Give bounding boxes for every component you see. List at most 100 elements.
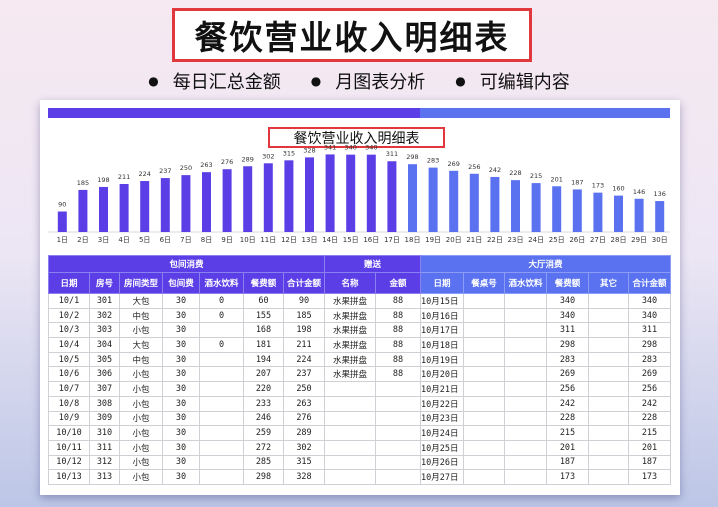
table-cell[interactable]: 小包	[119, 425, 163, 441]
table-cell[interactable]: 10/9	[48, 410, 90, 427]
table-cell[interactable]	[504, 366, 547, 383]
table-cell[interactable]: 256	[628, 381, 671, 397]
table-cell[interactable]: 304	[89, 337, 120, 353]
table-cell[interactable]: 315	[283, 454, 325, 471]
table-cell[interactable]	[463, 425, 505, 441]
table-cell[interactable]: 298	[628, 337, 671, 353]
table-cell[interactable]	[588, 293, 629, 309]
table-cell[interactable]: 298	[546, 337, 589, 353]
table-cell[interactable]: 272	[243, 439, 284, 456]
table-cell[interactable]: 30	[162, 337, 200, 353]
table-cell[interactable]: 水果拼盘	[324, 337, 376, 353]
table-cell[interactable]: 0	[199, 337, 244, 353]
table-cell[interactable]	[504, 322, 547, 339]
table-cell[interactable]: 228	[628, 410, 671, 427]
table-cell[interactable]: 246	[243, 410, 284, 427]
table-cell[interactable]: 30	[162, 366, 200, 383]
table-cell[interactable]: 306	[89, 366, 120, 383]
table-cell[interactable]: 289	[283, 425, 325, 441]
table-cell[interactable]: 309	[89, 410, 120, 427]
table-cell[interactable]: 30	[162, 293, 200, 309]
table-cell[interactable]	[588, 425, 629, 441]
table-cell[interactable]: 302	[89, 307, 120, 324]
table-cell[interactable]	[588, 469, 629, 485]
table-cell[interactable]: 88	[375, 293, 421, 309]
table-cell[interactable]: 302	[283, 439, 325, 456]
table-cell[interactable]	[463, 381, 505, 397]
table-cell[interactable]: 30	[162, 381, 200, 397]
table-cell[interactable]: 201	[546, 439, 589, 456]
table-cell[interactable]: 311	[546, 322, 589, 339]
table-cell[interactable]	[324, 454, 376, 471]
table-cell[interactable]	[324, 381, 376, 397]
table-cell[interactable]	[588, 351, 629, 368]
table-cell[interactable]: 30	[162, 307, 200, 324]
table-cell[interactable]: 242	[628, 395, 671, 412]
table-cell[interactable]: 0	[199, 307, 244, 324]
table-cell[interactable]	[504, 425, 547, 441]
table-cell[interactable]: 小包	[119, 381, 163, 397]
table-cell[interactable]: 90	[283, 293, 325, 309]
table-cell[interactable]: 303	[89, 322, 120, 339]
table-cell[interactable]	[199, 469, 244, 485]
table-cell[interactable]: 312	[89, 454, 120, 471]
table-cell[interactable]: 10月26日	[420, 454, 464, 471]
table-cell[interactable]: 340	[546, 307, 589, 324]
table-cell[interactable]: 中包	[119, 307, 163, 324]
table-cell[interactable]	[324, 410, 376, 427]
table-cell[interactable]: 10月20日	[420, 366, 464, 383]
table-cell[interactable]	[588, 307, 629, 324]
table-cell[interactable]	[375, 469, 421, 485]
table-cell[interactable]: 10/10	[48, 425, 90, 441]
table-cell[interactable]: 10月15日	[420, 293, 464, 309]
table-cell[interactable]: 水果拼盘	[324, 351, 376, 368]
table-cell[interactable]	[199, 410, 244, 427]
table-cell[interactable]: 310	[89, 425, 120, 441]
table-cell[interactable]: 173	[628, 469, 671, 485]
table-cell[interactable]: 30	[162, 425, 200, 441]
table-cell[interactable]	[199, 395, 244, 412]
table-cell[interactable]	[463, 293, 505, 309]
table-cell[interactable]: 小包	[119, 322, 163, 339]
table-cell[interactable]: 168	[243, 322, 284, 339]
table-cell[interactable]	[375, 410, 421, 427]
table-cell[interactable]: 水果拼盘	[324, 366, 376, 383]
table-cell[interactable]: 269	[546, 366, 589, 383]
table-cell[interactable]	[588, 410, 629, 427]
table-cell[interactable]: 10/7	[48, 381, 90, 397]
table-cell[interactable]: 256	[546, 381, 589, 397]
table-cell[interactable]: 30	[162, 395, 200, 412]
table-cell[interactable]: 中包	[119, 351, 163, 368]
table-cell[interactable]: 小包	[119, 410, 163, 427]
table-cell[interactable]: 水果拼盘	[324, 293, 376, 309]
table-cell[interactable]: 10/2	[48, 307, 90, 324]
table-cell[interactable]: 242	[546, 395, 589, 412]
table-cell[interactable]: 小包	[119, 366, 163, 383]
table-cell[interactable]	[504, 293, 547, 309]
table-cell[interactable]: 207	[243, 366, 284, 383]
table-cell[interactable]: 水果拼盘	[324, 322, 376, 339]
table-cell[interactable]: 水果拼盘	[324, 307, 376, 324]
table-cell[interactable]: 10月19日	[420, 351, 464, 368]
table-cell[interactable]: 88	[375, 351, 421, 368]
table-cell[interactable]: 308	[89, 395, 120, 412]
table-cell[interactable]: 10月21日	[420, 381, 464, 397]
table-cell[interactable]	[504, 307, 547, 324]
table-cell[interactable]: 328	[283, 469, 325, 485]
table-cell[interactable]: 340	[628, 307, 671, 324]
table-cell[interactable]: 10月18日	[420, 337, 464, 353]
table-cell[interactable]: 10/12	[48, 454, 90, 471]
table-cell[interactable]: 0	[199, 293, 244, 309]
table-cell[interactable]	[504, 410, 547, 427]
table-cell[interactable]	[504, 351, 547, 368]
table-cell[interactable]: 298	[243, 469, 284, 485]
table-cell[interactable]: 10/4	[48, 337, 90, 353]
table-cell[interactable]	[504, 381, 547, 397]
table-cell[interactable]: 10月25日	[420, 439, 464, 456]
table-cell[interactable]: 10/1	[48, 293, 90, 309]
table-cell[interactable]: 313	[89, 469, 120, 485]
table-cell[interactable]	[199, 439, 244, 456]
table-cell[interactable]	[463, 410, 505, 427]
table-cell[interactable]	[504, 454, 547, 471]
table-cell[interactable]	[375, 454, 421, 471]
